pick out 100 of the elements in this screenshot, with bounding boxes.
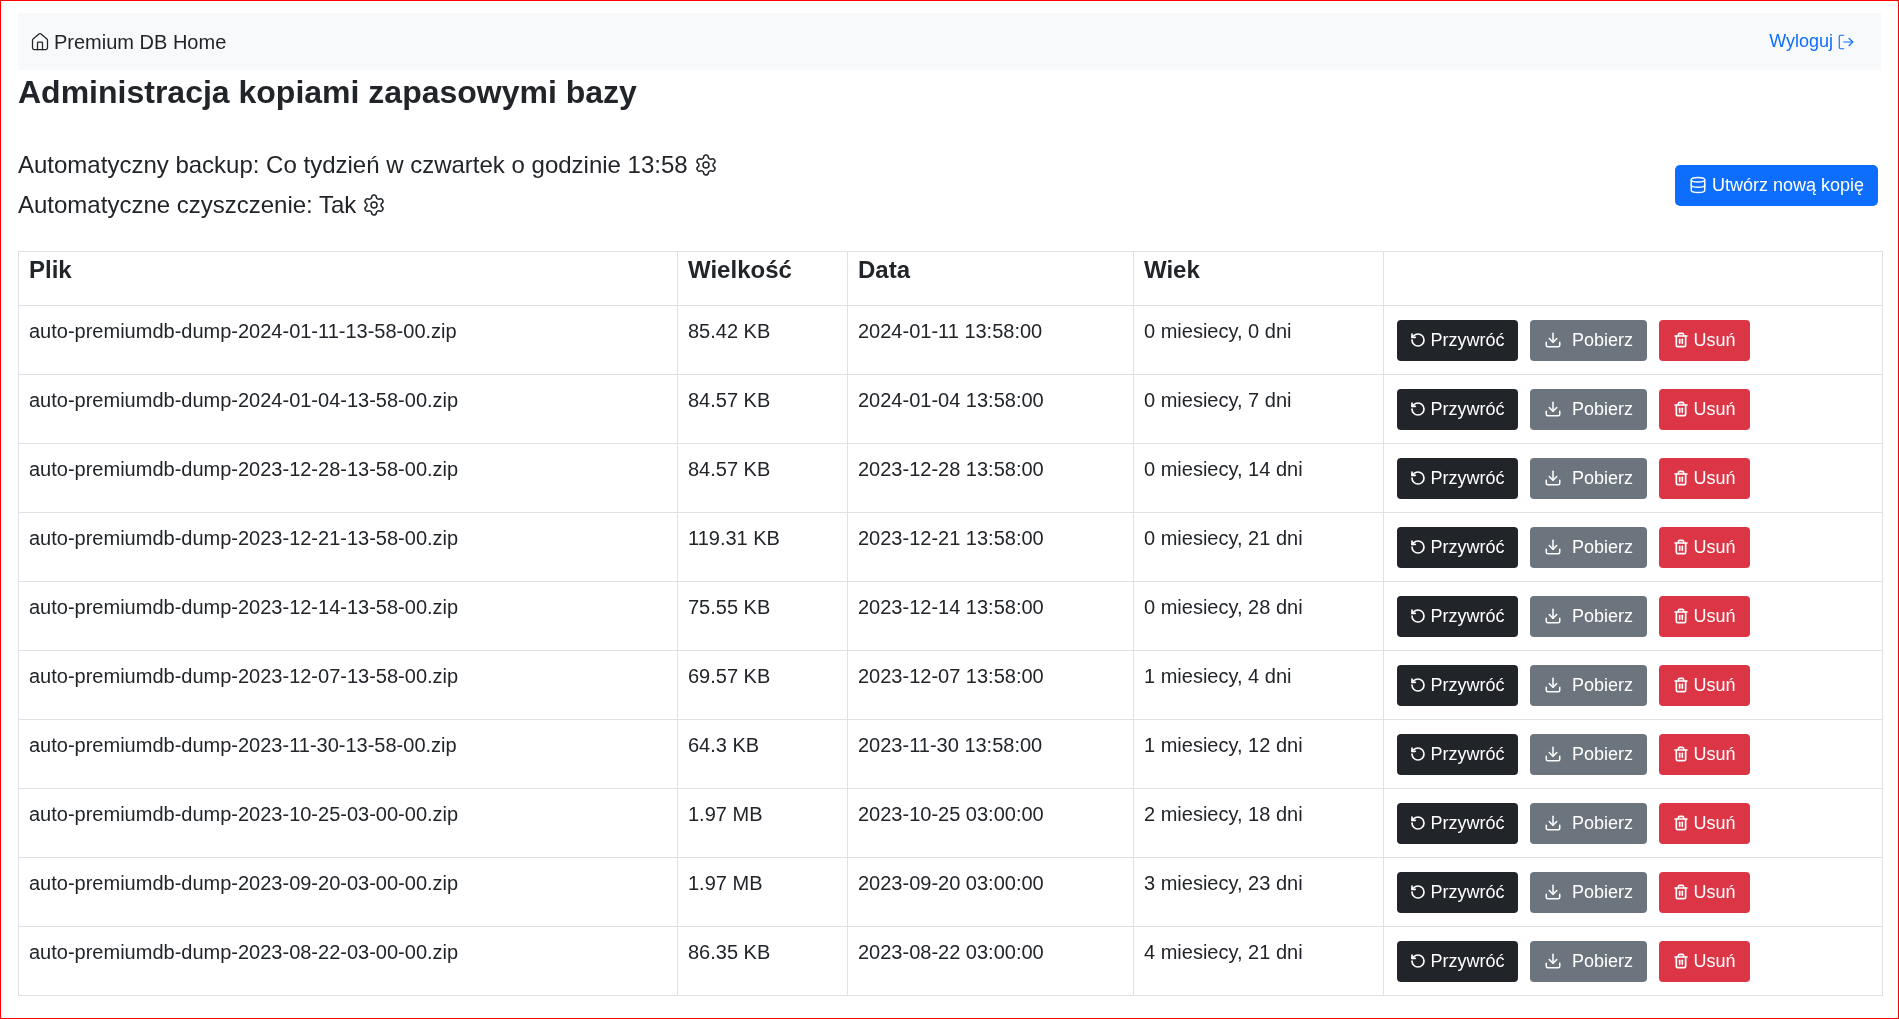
file-cell: auto-premiumdb-dump-2024-01-04-13-58-00.zip: [18, 374, 678, 444]
download-button[interactable]: Pobierz: [1530, 871, 1647, 913]
trash-icon: [1673, 746, 1690, 763]
size-cell: 84.57 KB: [677, 443, 848, 513]
restore-button[interactable]: Przywróć: [1397, 871, 1518, 913]
date-cell: 2023-12-14 13:58:00: [847, 581, 1134, 651]
column-header: Plik: [18, 251, 678, 306]
file-cell: auto-premiumdb-dump-2023-10-25-03-00-00.zip: [18, 788, 678, 858]
delete-button[interactable]: Usuń: [1659, 595, 1750, 637]
delete-button[interactable]: Usuń: [1659, 802, 1750, 844]
trash-icon: [1673, 401, 1690, 418]
file-cell: auto-premiumdb-dump-2023-12-28-13-58-00.zip: [18, 443, 678, 513]
delete-button[interactable]: Usuń: [1659, 871, 1750, 913]
download-button[interactable]: Pobierz: [1530, 802, 1647, 844]
size-cell: 84.57 KB: [677, 374, 848, 444]
age-cell: 0 miesiecy, 14 dni: [1133, 443, 1384, 513]
size-cell: 119.31 KB: [677, 512, 848, 582]
download-button[interactable]: Pobierz: [1530, 526, 1647, 568]
age-cell: 0 miesiecy, 21 dni: [1133, 512, 1384, 582]
restore-icon: [1410, 401, 1427, 418]
restore-icon: [1410, 677, 1427, 694]
trash-icon: [1673, 953, 1690, 970]
download-button[interactable]: Pobierz: [1530, 595, 1647, 637]
download-icon: [1544, 331, 1562, 350]
size-cell: 1.97 MB: [677, 788, 848, 858]
restore-button[interactable]: Przywróć: [1397, 940, 1518, 982]
date-cell: 2023-12-28 13:58:00: [847, 443, 1134, 513]
restore-icon: [1410, 815, 1427, 832]
download-icon: [1544, 538, 1562, 557]
restore-button[interactable]: Przywróć: [1397, 802, 1518, 844]
column-header: Data: [847, 251, 1134, 306]
setting-text: Automatyczny backup: Co tydzień w czwartek o godzinie 13:58: [18, 150, 688, 181]
size-cell: 75.55 KB: [677, 581, 848, 651]
trash-icon: [1673, 677, 1690, 694]
file-cell: auto-premiumdb-dump-2023-12-21-13-58-00.zip: [18, 512, 678, 582]
restore-icon: [1410, 470, 1427, 487]
download-icon: [1544, 745, 1562, 764]
restore-button[interactable]: Przywróć: [1397, 457, 1518, 499]
size-cell: 86.35 KB: [677, 926, 848, 996]
delete-button[interactable]: Usuń: [1659, 526, 1750, 568]
age-cell: 1 miesiecy, 4 dni: [1133, 650, 1384, 720]
date-cell: 2023-10-25 03:00:00: [847, 788, 1134, 858]
date-cell: 2023-12-07 13:58:00: [847, 650, 1134, 720]
restore-button[interactable]: Przywróć: [1397, 664, 1518, 706]
download-button[interactable]: Pobierz: [1530, 319, 1647, 361]
delete-button[interactable]: Usuń: [1659, 940, 1750, 982]
column-header: Wiek: [1133, 251, 1384, 306]
file-cell: auto-premiumdb-dump-2024-01-11-13-58-00.zip: [18, 305, 678, 375]
restore-icon: [1410, 884, 1427, 901]
restore-button[interactable]: Przywróć: [1397, 526, 1518, 568]
size-cell: 1.97 MB: [677, 857, 848, 927]
download-icon: [1544, 607, 1562, 626]
trash-icon: [1673, 470, 1690, 487]
date-cell: 2023-09-20 03:00:00: [847, 857, 1134, 927]
restore-icon: [1410, 539, 1427, 556]
date-cell: 2023-11-30 13:58:00: [847, 719, 1134, 789]
logout-icon: [1837, 32, 1855, 51]
delete-button[interactable]: Usuń: [1659, 457, 1750, 499]
restore-button[interactable]: Przywróć: [1397, 319, 1518, 361]
trash-icon: [1673, 332, 1690, 349]
download-button[interactable]: Pobierz: [1530, 664, 1647, 706]
trash-icon: [1673, 608, 1690, 625]
age-cell: 1 miesiecy, 12 dni: [1133, 719, 1384, 789]
download-button[interactable]: Pobierz: [1530, 457, 1647, 499]
create-backup-button[interactable]: Utwórz nową kopię: [1674, 164, 1878, 206]
delete-button[interactable]: Usuń: [1659, 388, 1750, 430]
download-button[interactable]: Pobierz: [1530, 388, 1647, 430]
download-icon: [1544, 400, 1562, 419]
age-cell: 3 miesiecy, 23 dni: [1133, 857, 1384, 927]
download-icon: [1544, 469, 1562, 488]
settings-icon[interactable]: [362, 193, 387, 218]
date-cell: 2024-01-11 13:58:00: [847, 305, 1134, 375]
home-link[interactable]: Premium DB Home: [30, 26, 227, 57]
download-icon: [1544, 676, 1562, 695]
restore-icon: [1410, 746, 1427, 763]
date-cell: 2023-12-21 13:58:00: [847, 512, 1134, 582]
age-cell: 2 miesiecy, 18 dni: [1133, 788, 1384, 858]
file-cell: auto-premiumdb-dump-2023-11-30-13-58-00.zip: [18, 719, 678, 789]
restore-button[interactable]: Przywróć: [1397, 595, 1518, 637]
settings-icon[interactable]: [693, 153, 718, 178]
home-icon: [30, 31, 50, 52]
age-cell: 0 miesiecy, 7 dni: [1133, 374, 1384, 444]
restore-icon: [1410, 332, 1427, 349]
restore-button[interactable]: Przywróć: [1397, 388, 1518, 430]
size-cell: 69.57 KB: [677, 650, 848, 720]
logout-link[interactable]: Wyloguj: [1769, 28, 1855, 55]
restore-icon: [1410, 953, 1427, 970]
download-button[interactable]: Pobierz: [1530, 733, 1647, 775]
trash-icon: [1673, 815, 1690, 832]
download-icon: [1544, 814, 1562, 833]
column-header: Wielkość: [677, 251, 848, 306]
file-cell: auto-premiumdb-dump-2023-08-22-03-00-00.zip: [18, 926, 678, 996]
delete-button[interactable]: Usuń: [1659, 733, 1750, 775]
delete-button[interactable]: Usuń: [1659, 664, 1750, 706]
restore-icon: [1410, 608, 1427, 625]
download-icon: [1544, 952, 1562, 971]
delete-button[interactable]: Usuń: [1659, 319, 1750, 361]
database-icon: [1688, 176, 1707, 195]
restore-button[interactable]: Przywróć: [1397, 733, 1518, 775]
download-button[interactable]: Pobierz: [1530, 940, 1647, 982]
